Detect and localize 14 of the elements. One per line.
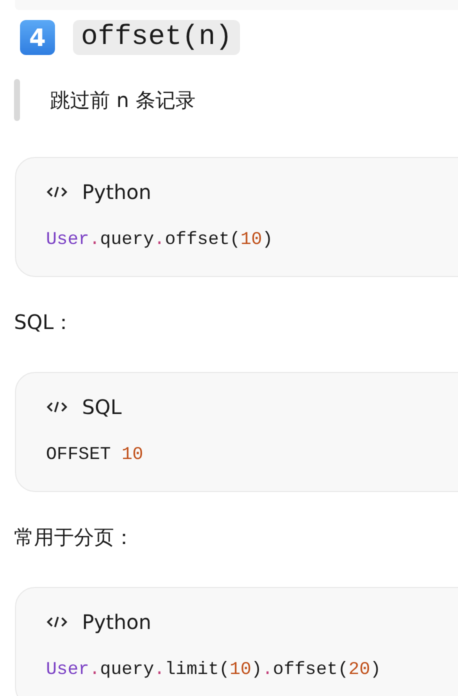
code-icon bbox=[46, 401, 68, 413]
language-label: SQL bbox=[82, 395, 122, 419]
code-line: User.query.offset(10) bbox=[46, 230, 274, 250]
code-line: User.query.limit(10).offset(20) bbox=[46, 660, 382, 680]
language-label: Python bbox=[82, 180, 152, 204]
quote-text: 跳过前 n 条记录 bbox=[50, 86, 196, 114]
paragraph-text: 常用于分页： bbox=[14, 524, 135, 551]
number-badge: 4 bbox=[20, 20, 55, 55]
code-icon bbox=[46, 186, 68, 198]
code-icon bbox=[46, 616, 68, 628]
code-line: OFFSET 10 bbox=[46, 445, 144, 465]
paragraph-text: SQL： bbox=[14, 309, 75, 336]
language-label: Python bbox=[82, 610, 152, 634]
heading-code: offset(n) bbox=[73, 20, 240, 55]
